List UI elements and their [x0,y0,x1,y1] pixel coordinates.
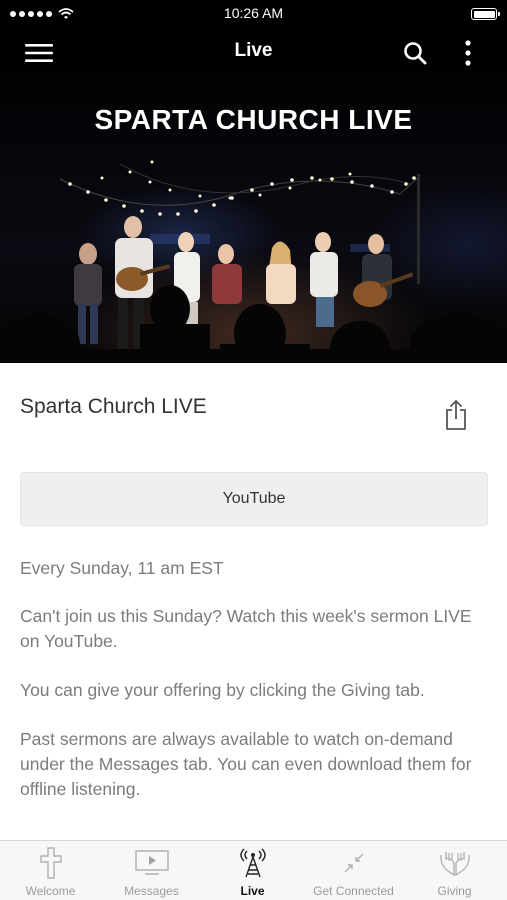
giving-info-text: You can give your offering by clicking t… [20,680,425,700]
schedule-text: Every Sunday, 11 am EST [20,558,224,578]
tab-messages[interactable]: Messages [101,841,202,900]
tab-giving[interactable]: Giving [404,841,505,900]
more-options-button[interactable] [451,36,485,70]
status-time: 10:26 AM [223,5,284,21]
tab-live[interactable]: Live [202,841,303,900]
hero-image: SPARTA CHURCH LIVE [0,74,507,363]
tab-label: Get Connected [313,884,394,898]
battery-icon [471,8,500,20]
tv-play-icon [101,847,202,879]
hands-icon [404,847,505,879]
tab-label: Live [240,884,265,898]
search-button[interactable] [398,36,432,70]
connect-arrows-icon [303,847,404,879]
youtube-info-text: Can't join us this Sunday? Watch this we… [20,606,472,651]
tab-welcome[interactable]: Welcome [0,841,101,900]
content-title: Sparta Church LIVE [20,395,207,418]
share-button[interactable] [440,397,472,433]
share-icon [446,400,466,430]
more-vertical-icon [465,40,471,66]
status-bar: 10:26 AM [0,0,507,28]
cross-icon [0,847,101,879]
header-area: 10:26 AM Live SPARTA CHURCH LIVE [0,0,507,363]
search-icon [404,42,427,65]
tab-label: Welcome [25,884,76,898]
tab-bar: Welcome Messages Live Get Connected Givi… [0,840,507,900]
messages-info-text: Past sermons are always available to wat… [20,729,472,799]
tab-label: Messages [124,884,179,898]
hero-title: SPARTA CHURCH LIVE [94,104,413,135]
nav-bar: Live [0,30,507,74]
broadcast-tower-icon [202,847,303,879]
tab-get-connected[interactable]: Get Connected [303,841,404,900]
live-content: Sparta Church LIVE YouTube Every Sunday,… [0,363,507,840]
youtube-button[interactable]: YouTube [20,472,488,526]
tab-label: Giving [437,884,472,898]
